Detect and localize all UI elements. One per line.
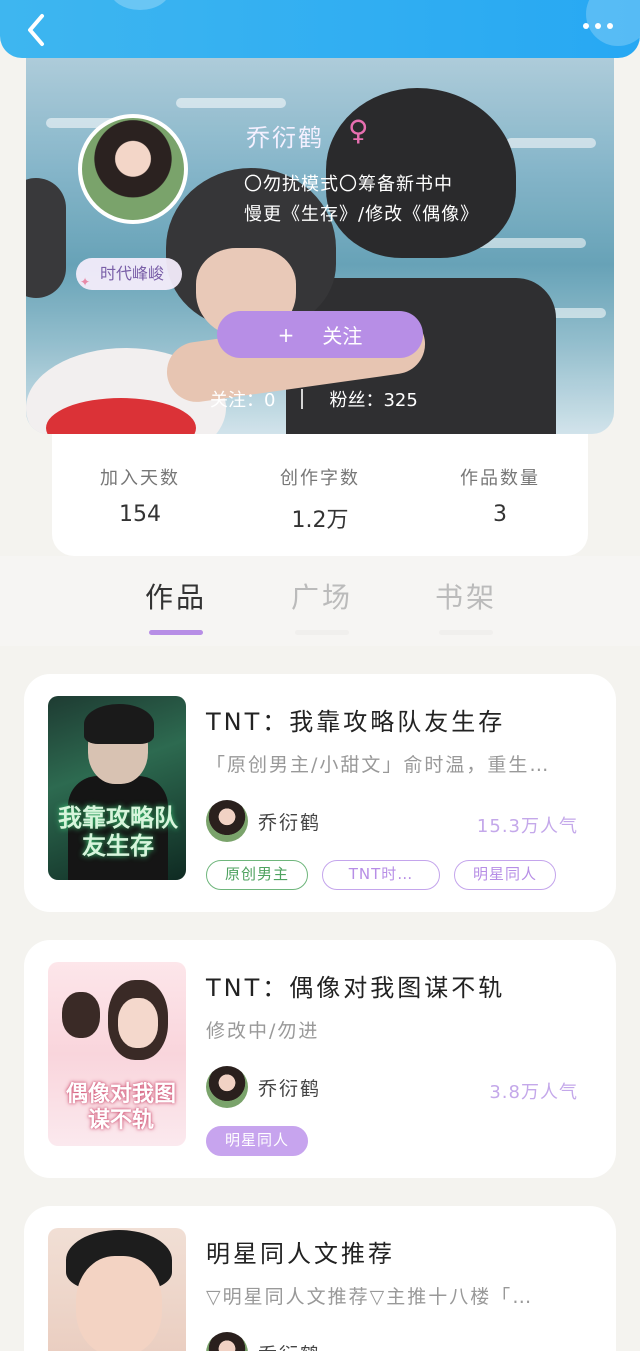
book-cover[interactable]: 偶像对我图谋不轨 bbox=[48, 962, 186, 1146]
work-author[interactable]: 乔衍鹤 bbox=[206, 800, 321, 842]
author-avatar[interactable] bbox=[78, 114, 188, 224]
profile-banner bbox=[26, 58, 614, 434]
tab-indicator bbox=[295, 630, 349, 635]
tag-list: 明星同人 bbox=[206, 1126, 309, 1156]
stat-value: 1.2万 bbox=[291, 508, 349, 533]
chevron-left-icon bbox=[28, 14, 44, 46]
work-description: ▽明星同人文推荐▽主推十八楼「… bbox=[206, 1286, 534, 1308]
avatar[interactable] bbox=[206, 1332, 248, 1351]
work-author[interactable]: 乔衍鹤 bbox=[206, 1066, 321, 1108]
book-cover[interactable]: 我靠攻略队友生存 bbox=[48, 696, 186, 880]
cover-title: 我靠攻略队友生存 bbox=[58, 804, 178, 860]
stat-join-days: 加入天数 154 bbox=[60, 464, 220, 527]
follow-button[interactable]: + 关注 bbox=[217, 311, 423, 358]
tag-list: 原创男主 TNT时… 明星同人 bbox=[206, 860, 557, 890]
more-dots-icon bbox=[607, 23, 613, 29]
avatar[interactable] bbox=[206, 800, 248, 842]
stat-works-count: 作品数量 3 bbox=[420, 464, 580, 527]
bio-line-2: 慢更《生存》/修改《偶像》 bbox=[244, 204, 480, 225]
author-name: 乔衍鹤 bbox=[246, 124, 324, 152]
following-count[interactable]: 关注：0 bbox=[210, 386, 275, 412]
followers-count[interactable]: 粉丝：325 bbox=[329, 386, 417, 412]
work-title[interactable]: TNT：偶像对我图谋不轨 bbox=[206, 968, 505, 1003]
work-title[interactable]: TNT：我靠攻略队友生存 bbox=[206, 702, 505, 737]
work-card[interactable]: 偶像对我图谋不轨 TNT：偶像对我图谋不轨 修改中/勿进 乔衍鹤 3.8万人气 … bbox=[24, 940, 616, 1178]
work-card[interactable]: 明星同人文推荐 ▽明星同人文推荐▽主推十八楼「… 乔衍鹤 bbox=[24, 1206, 616, 1351]
plus-icon: + bbox=[277, 322, 295, 347]
follow-stats: 关注：0 粉丝：325 bbox=[210, 386, 418, 412]
tab-bookshelf[interactable]: 书架 bbox=[426, 576, 506, 635]
stat-label: 作品数量 bbox=[460, 468, 540, 489]
author-name: 乔衍鹤 bbox=[258, 1077, 322, 1100]
tab-indicator bbox=[149, 630, 203, 635]
stats-card: 加入天数 154 创作字数 1.2万 作品数量 3 bbox=[52, 434, 588, 556]
more-button[interactable] bbox=[578, 16, 618, 36]
author-name: 乔衍鹤 bbox=[258, 811, 322, 834]
stat-value: 3 bbox=[493, 502, 507, 527]
work-author[interactable]: 乔衍鹤 bbox=[206, 1332, 321, 1351]
tab-square[interactable]: 广场 bbox=[282, 576, 362, 635]
tab-label: 书架 bbox=[434, 581, 497, 614]
stat-value: 154 bbox=[119, 502, 161, 527]
top-bar bbox=[0, 0, 640, 58]
stat-word-count: 创作字数 1.2万 bbox=[240, 464, 400, 534]
tag[interactable]: 明星同人 bbox=[206, 1126, 309, 1156]
tab-works[interactable]: 作品 bbox=[136, 576, 216, 635]
work-description: 「原创男主/小甜文」俞时温，重生… bbox=[206, 754, 551, 776]
follow-label: 关注 bbox=[322, 324, 363, 348]
decor-bubble bbox=[110, 0, 170, 10]
avatar[interactable] bbox=[206, 1066, 248, 1108]
tab-bar: 作品 广场 书架 bbox=[0, 556, 640, 646]
book-cover[interactable] bbox=[48, 1228, 186, 1351]
more-dots-icon bbox=[583, 23, 589, 29]
tag[interactable]: TNT时… bbox=[322, 860, 441, 890]
cover-title: 偶像对我图谋不轨 bbox=[65, 1082, 176, 1133]
stat-label: 加入天数 bbox=[100, 468, 180, 489]
work-description: 修改中/勿进 bbox=[206, 1020, 320, 1042]
star-icon: ✦ bbox=[80, 275, 91, 289]
female-icon: ♀ bbox=[348, 114, 369, 147]
tab-label: 广场 bbox=[290, 581, 353, 614]
group-badge-label: 时代峰峻 bbox=[100, 264, 165, 283]
bio-line-1: 〇勿扰模式〇筹备新书中 bbox=[244, 174, 453, 195]
stat-label: 创作字数 bbox=[280, 468, 360, 489]
popularity: 15.3万人气 bbox=[476, 816, 578, 837]
tag[interactable]: 明星同人 bbox=[454, 860, 557, 890]
tab-label: 作品 bbox=[144, 581, 207, 614]
popularity: 3.8万人气 bbox=[489, 1082, 578, 1103]
work-card[interactable]: 我靠攻略队友生存 TNT：我靠攻略队友生存 「原创男主/小甜文」俞时温，重生… … bbox=[24, 674, 616, 912]
work-title[interactable]: 明星同人文推荐 bbox=[206, 1234, 395, 1269]
tag[interactable]: 原创男主 bbox=[206, 860, 309, 890]
more-dots-icon bbox=[595, 23, 601, 29]
group-badge[interactable]: ✦ 时代峰峻 bbox=[76, 258, 183, 290]
tab-indicator bbox=[439, 630, 493, 635]
back-button[interactable] bbox=[20, 8, 56, 48]
author-name: 乔衍鹤 bbox=[258, 1340, 321, 1351]
divider bbox=[301, 389, 304, 409]
